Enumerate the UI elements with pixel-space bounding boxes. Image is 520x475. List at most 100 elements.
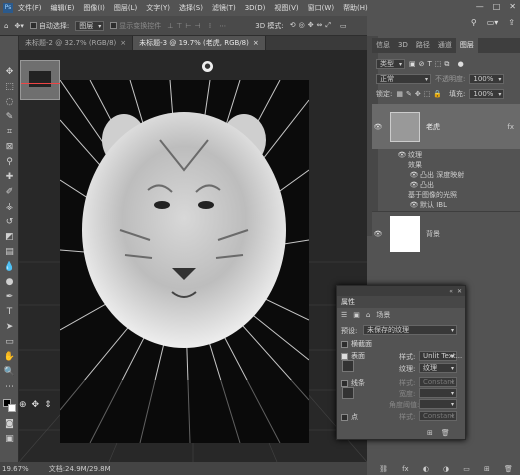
quick-select-icon[interactable]: ✎ [3,111,16,124]
minimize-button[interactable]: — [476,2,484,11]
zoom-level[interactable]: 19.67% [2,465,29,473]
stamp-tool-icon[interactable]: ⚶ [3,201,16,214]
3d-light-icon[interactable]: ● [202,61,213,72]
angle-field[interactable] [419,399,457,409]
crop-tool-icon[interactable]: ⌗ [3,126,16,139]
visibility-eye-icon[interactable]: 👁 [408,181,420,189]
layer-name[interactable]: 背景 [426,229,440,239]
render-icon[interactable]: ⊞ [427,429,433,437]
menu-window[interactable]: 窗口(W) [308,3,334,13]
tab-info[interactable]: 信息 [372,38,394,53]
frame-tool-icon[interactable]: ⊠ [3,141,16,154]
tab-doc-3[interactable]: 未标题-3 @ 19.7% (老虎, RGB/8) × [133,36,266,50]
surface-style-dropdown[interactable]: Unlit Text... [419,351,462,361]
close-icon[interactable]: × [253,39,259,47]
scene-tab[interactable]: 场景 [376,310,390,320]
menu-type[interactable]: 文字(Y) [146,3,170,13]
gradient-tool-icon[interactable]: ▤ [3,246,16,259]
fx-icon[interactable]: fx [507,123,514,131]
3d-camera-preview[interactable] [20,60,61,100]
surface-checkbox[interactable] [341,352,348,360]
move-tool-icon[interactable]: ✥ [3,66,16,79]
texture-dropdown[interactable]: 纹理 [419,363,457,373]
eyedropper-icon[interactable]: ⚲ [3,156,16,169]
tab-layers[interactable]: 图层 [455,38,478,53]
cross-section-checkbox[interactable] [341,340,348,348]
adjustment-icon[interactable]: ◑ [443,465,449,473]
lines-style-dropdown[interactable]: Constant [419,377,457,387]
menu-help[interactable]: 帮助(H) [343,3,368,13]
pen-tool-icon[interactable]: ✒ [3,291,16,304]
tab-channels[interactable]: 通道 [434,38,456,53]
opacity-field[interactable]: 100% [469,74,505,84]
hand-tool-icon[interactable]: ✋ [3,351,16,364]
tab-paths[interactable]: 路径 [412,38,434,53]
visibility-eye-icon[interactable]: 👁 [372,123,384,131]
home-icon[interactable]: ⌂ [4,22,8,30]
shape-tool-icon[interactable]: ▭ [3,336,16,349]
tab-3d[interactable]: 3D [394,38,412,53]
maximize-button[interactable]: □ [493,2,501,11]
canvas-area[interactable]: ● ⊕✥⇕ [19,50,367,462]
tab-doc-2[interactable]: 未标题-2 @ 32.7% (RGB/8) × [19,36,134,50]
new-layer-icon[interactable]: ⊞ [484,465,490,473]
screen-mode-icon[interactable]: ▣ [3,433,16,446]
menu-view[interactable]: 视图(V) [274,3,298,13]
visibility-eye-icon[interactable]: 👁 [408,171,420,179]
menu-select[interactable]: 选择(S) [179,3,203,13]
menu-layer[interactable]: 图层(L) [114,3,137,13]
transform-checkbox[interactable] [110,22,118,29]
search-icon[interactable]: ⚲ [471,18,477,27]
layer-name[interactable]: 老虎 [426,122,440,132]
mask-icon[interactable]: ◐ [423,465,429,473]
lock-icons[interactable]: ▦✎✥⬚🔒 [396,90,445,98]
background-color-swatch[interactable] [8,404,16,412]
workspace-icon[interactable]: ▭▾ [487,18,499,27]
quick-mask-icon[interactable]: ◙ [3,418,16,431]
brush-tool-icon[interactable]: ✐ [3,186,16,199]
layer-sub-texture[interactable]: 👁 纹理 [372,150,520,160]
move-tool-icon[interactable]: ✥▾ [14,22,23,30]
layer-sub-default-ibl[interactable]: 👁 默认 IBL [372,200,520,210]
menu-filter[interactable]: 滤镜(T) [212,3,236,13]
width-field[interactable] [419,388,457,398]
filter-icons[interactable]: ▣⊘T⬚⧉ ● [409,60,467,69]
menu-image[interactable]: 图像(I) [83,3,105,13]
visibility-eye-icon[interactable]: 👁 [372,230,384,238]
close-icon[interactable]: ✕ [457,288,462,295]
3d-axis-icons[interactable]: ⊕✥⇕ [19,400,57,410]
fill-field[interactable]: 100% [469,89,505,99]
delete-icon[interactable]: 🗑 [504,465,513,473]
marquee-tool-icon[interactable]: ⬚ [3,81,16,94]
layer-sub-extrude[interactable]: 👁 凸出 [372,180,520,190]
3d-mode-icons[interactable]: ⟲◎✥⇔⤢ [290,21,334,30]
type-tool-icon[interactable]: T [3,306,16,319]
delete-icon[interactable]: 🗑 [441,429,450,437]
layer-sub-extrude-depth[interactable]: 👁 凸出 深度映射 [372,170,520,180]
blur-tool-icon[interactable]: 💧 [3,261,16,274]
lasso-tool-icon[interactable]: ◌ [3,96,16,109]
preset-dropdown[interactable]: 未保存的纹理 [363,325,457,335]
visibility-eye-icon[interactable]: 👁 [396,151,408,159]
dodge-tool-icon[interactable]: ● [3,276,16,289]
menu-3d[interactable]: 3D(D) [245,4,266,12]
points-style-dropdown[interactable]: Constant [419,411,457,421]
mesh-icon[interactable]: ▣ [353,311,360,319]
blend-mode-dropdown[interactable]: 正常 [376,74,431,84]
filter-icon[interactable]: ☰ [341,311,347,319]
history-brush-icon[interactable]: ↺ [3,216,16,229]
visibility-eye-icon[interactable]: 👁 [408,201,420,209]
path-select-icon[interactable]: ➤ [3,321,16,334]
filter-kind-dropdown[interactable]: 类型 [376,59,405,69]
video-icon[interactable]: ▭ [340,22,347,30]
auto-select-checkbox[interactable] [29,22,37,29]
share-icon[interactable]: ⇪ [508,18,515,27]
layer-row-background[interactable]: 👁 背景 [372,211,520,255]
deform-icon[interactable]: ⌂ [366,311,370,319]
lines-checkbox[interactable] [341,379,348,387]
document-canvas[interactable] [60,80,309,443]
eraser-tool-icon[interactable]: ◩ [3,231,16,244]
layer-row-tiger[interactable]: 👁 老虎 fx [372,104,520,149]
points-checkbox[interactable] [341,413,348,421]
more-tools-icon[interactable]: ⋯ [3,381,16,394]
